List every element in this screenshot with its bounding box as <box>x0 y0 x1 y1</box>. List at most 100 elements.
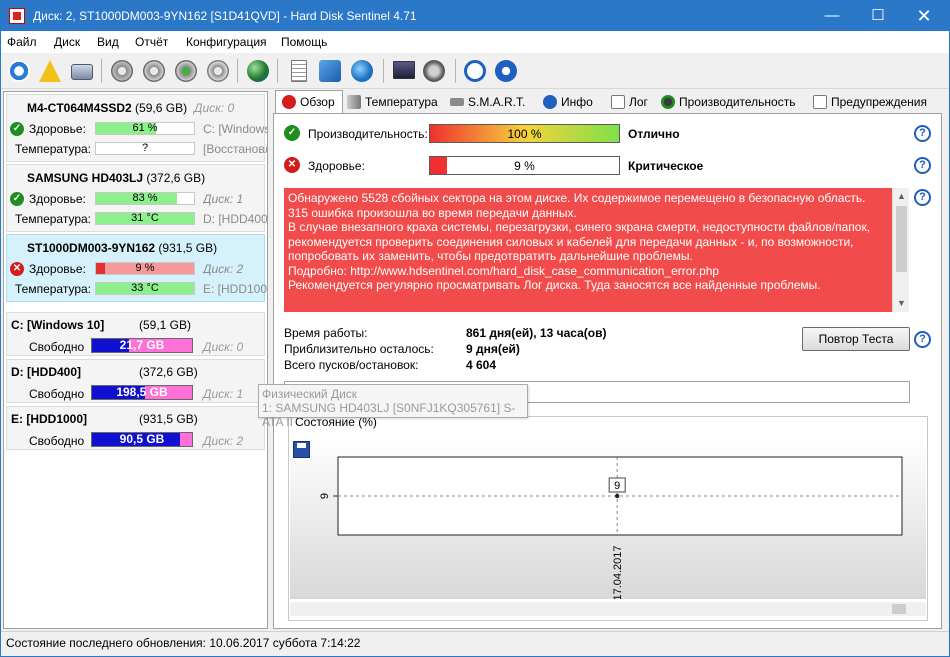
free-label: Свободно <box>29 340 85 354</box>
temperature-side-text: E: [HDD1000 <box>203 282 267 296</box>
starts-value: 4 604 <box>466 358 497 372</box>
window-title: Диск: 2, ST1000DM003-9YN162 [S1D41QVD] -… <box>33 9 417 23</box>
globe-icon[interactable] <box>245 58 271 84</box>
tab-overview[interactable]: Обзор <box>275 90 343 114</box>
help-icon[interactable]: ? <box>914 157 931 174</box>
chart-scrollbar[interactable] <box>290 602 926 616</box>
disk-item-1[interactable]: SAMSUNG HD403LJ (372,6 GB) ✓ Здоровье: 8… <box>6 164 267 232</box>
ok-check-icon: ✓ <box>284 125 300 141</box>
scroll-down-icon[interactable]: ▼ <box>897 298 906 308</box>
maximize-button[interactable]: ☐ <box>855 1 901 31</box>
starts-label: Всего пусков/остановок: <box>284 358 419 372</box>
refresh-icon[interactable] <box>6 58 32 84</box>
temperature-label: Температура: <box>15 142 92 156</box>
scroll-up-icon[interactable]: ▲ <box>897 191 906 201</box>
free-space-bar: 198,5 GB <box>91 385 193 400</box>
help-icon[interactable]: ? <box>914 189 931 206</box>
disk-surface-icon[interactable] <box>141 58 167 84</box>
chart-area: 9 9 17.04.2017 <box>290 437 926 599</box>
volume-item-e[interactable]: E: [HDD1000] (931,5 GB) Свободно 90,5 GB… <box>6 406 265 450</box>
temperature-value: ? <box>141 142 149 154</box>
health-label: Здоровье: <box>29 192 86 206</box>
app-window: Диск: 2, ST1000DM003-9YN162 [S1D41QVD] -… <box>0 0 950 657</box>
send-report-icon[interactable] <box>317 58 343 84</box>
performance-status: Отлично <box>628 127 680 141</box>
warning-icon[interactable] <box>37 58 63 84</box>
close-button[interactable]: ✕ <box>901 1 947 31</box>
tab-log[interactable]: Лог <box>611 91 648 113</box>
data-point <box>614 493 620 499</box>
disk-number: Диск: 0 <box>194 101 235 115</box>
volume-disk: Диск: 2 <box>203 434 244 448</box>
temperature-side-text: [Восстановл <box>203 142 267 156</box>
disk-item-0[interactable]: M4-CT064M4SSD2 (59,6 GB) Диск: 0 ✓ Здоро… <box>6 94 267 162</box>
disk-test-icon[interactable] <box>109 58 135 84</box>
health-value: 9 % <box>514 159 535 173</box>
status-bar: Состояние последнего обновления: 10.06.2… <box>1 631 949 653</box>
error-x-icon: ✕ <box>10 262 24 276</box>
disk-tools-icon[interactable] <box>205 58 231 84</box>
health-side-text: Диск: 1 <box>203 192 244 206</box>
temperature-side-text: D: [HDD400] <box>203 212 267 226</box>
volume-disk: Диск: 0 <box>203 340 244 354</box>
remaining-label: Приблизительно осталось: <box>284 342 434 356</box>
tab-performance[interactable]: Производительность <box>661 91 795 113</box>
alert-line: рекомендуется проверить соединения силов… <box>288 234 854 249</box>
status-chart-group: Состояние (%) 9 9 17.04.2017 <box>288 415 928 621</box>
tab-strip: Обзор Температура S.M.A.R.T. Инфо Лог Пр… <box>273 90 949 114</box>
disk-name: M4-CT064M4SSD2 <box>27 101 132 115</box>
monitor-config-icon[interactable] <box>391 58 417 84</box>
health-value: 83 % <box>132 192 158 204</box>
disk-list-panel: M4-CT064M4SSD2 (59,6 GB) Диск: 0 ✓ Здоро… <box>3 91 268 629</box>
help-icon[interactable]: ? <box>914 125 931 142</box>
disk-size: (931,5 GB) <box>158 241 218 255</box>
volume-size: (931,5 GB) <box>139 412 198 426</box>
info-icon[interactable] <box>493 58 519 84</box>
report-icon[interactable] <box>286 58 312 84</box>
data-label: 9 <box>614 480 620 492</box>
scroll-thumb[interactable] <box>892 604 906 614</box>
alert-scrollbar[interactable]: ▲ ▼ <box>892 188 909 312</box>
tab-alerts[interactable]: Предупреждения <box>813 91 927 113</box>
temperature-bar: ? <box>95 142 195 155</box>
menu-view[interactable]: Вид <box>97 35 119 49</box>
performance-label: Производительность: <box>308 127 428 141</box>
tab-info[interactable]: Инфо <box>543 91 593 113</box>
tooltip-title: Физический Диск <box>262 387 358 401</box>
disk-name: ST1000DM003-9YN162 <box>27 241 156 255</box>
free-space-bar: 21,7 GB <box>91 338 193 353</box>
alert-message: Обнаружено 5528 сбойных сектора на этом … <box>284 188 892 312</box>
tooltip-detail: 1: SAMSUNG HD403LJ [S0NFJ1KQ305761] S-AT… <box>262 401 516 429</box>
temperature-bar: 33 °C <box>95 282 195 295</box>
volume-item-d[interactable]: D: [HDD400] (372,6 GB) Свободно 198,5 GB… <box>6 359 265 403</box>
volume-item-c[interactable]: C: [Windows 10] (59,1 GB) Свободно 21,7 … <box>6 312 265 356</box>
temperature-label: Температура: <box>15 212 92 226</box>
temperature-bar: 31 °C <box>95 212 195 225</box>
volume-disk: Диск: 1 <box>203 387 244 401</box>
alert-link[interactable]: Подробно: http://www.hdsentinel.com/hard… <box>288 264 888 279</box>
network-icon[interactable] <box>349 58 375 84</box>
disk-ok-icon[interactable] <box>173 58 199 84</box>
alert-line: Рекомендуется регулярно просматривать Ло… <box>288 278 821 292</box>
menu-file[interactable]: Файл <box>7 35 37 49</box>
minimize-button[interactable]: — <box>809 1 855 31</box>
title-bar: Диск: 2, ST1000DM003-9YN162 [S1D41QVD] -… <box>1 1 949 31</box>
health-bar: 61 % <box>95 122 195 135</box>
drive-icon[interactable] <box>69 58 95 84</box>
help-icon[interactable] <box>462 58 488 84</box>
retest-button[interactable]: Повтор Теста <box>802 327 910 351</box>
sound-icon[interactable] <box>421 58 447 84</box>
help-icon[interactable]: ? <box>914 331 931 348</box>
disk-item-2[interactable]: ST1000DM003-9YN162 (931,5 GB) ✕ Здоровье… <box>6 234 267 302</box>
health-label: Здоровье: <box>29 262 86 276</box>
temperature-value: 31 °C <box>131 212 159 224</box>
menu-disk[interactable]: Диск <box>54 35 80 49</box>
menu-report[interactable]: Отчёт <box>135 35 168 49</box>
performance-value: 100 % <box>507 127 542 141</box>
menu-config[interactable]: Конфигурация <box>186 35 267 49</box>
tab-smart[interactable]: S.M.A.R.T. <box>450 91 525 113</box>
error-x-icon <box>282 95 296 109</box>
tab-temperature[interactable]: Температура <box>347 91 438 113</box>
scroll-thumb[interactable] <box>896 206 907 272</box>
menu-help[interactable]: Помощь <box>281 35 327 49</box>
